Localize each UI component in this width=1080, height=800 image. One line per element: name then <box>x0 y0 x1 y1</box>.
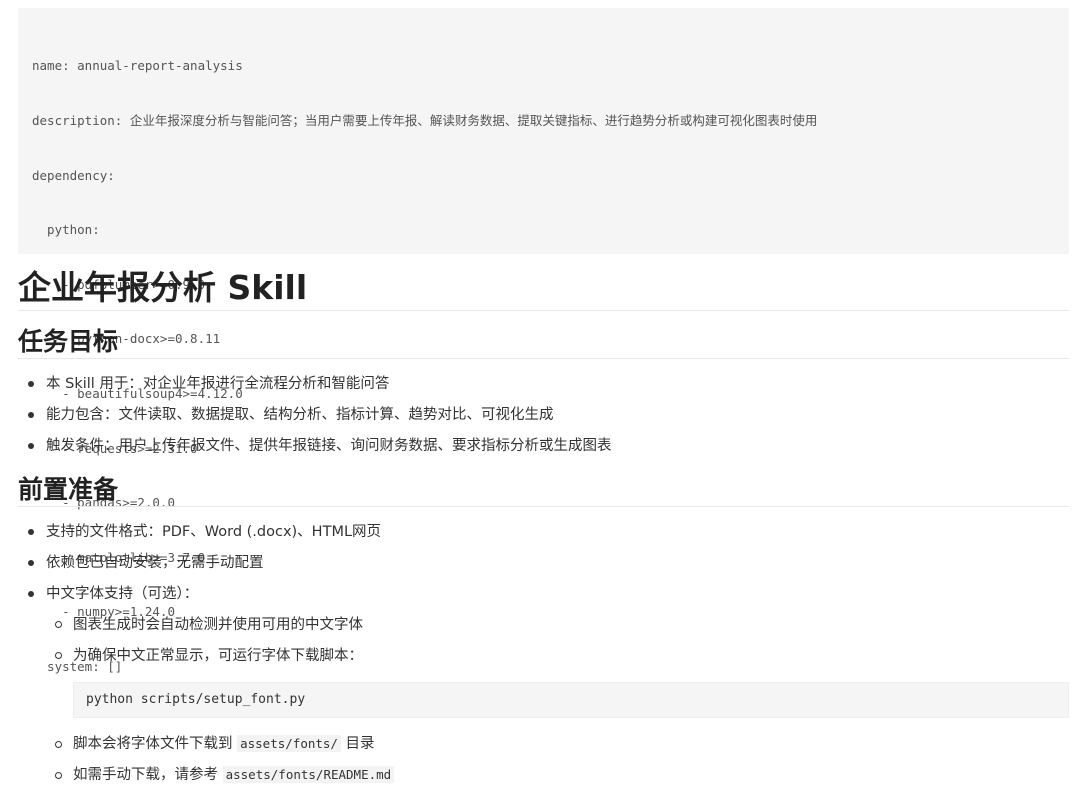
bullet-disc-icon <box>28 529 34 535</box>
prep-subitem: 脚本会将字体文件下载到 assets/fonts/ 目录 <box>73 734 375 754</box>
code-command: python scripts/setup_font.py <box>86 692 306 707</box>
yaml-frontmatter-block: name: annual-report-analysis description… <box>18 8 1069 674</box>
inline-code-path: assets/fonts/ <box>237 735 341 752</box>
frontmatter-line: dependency: <box>32 167 115 183</box>
bullet-circle-icon <box>55 772 62 779</box>
subitem-text: 如需手动下载，请参考 <box>73 767 223 783</box>
document-page: name: annual-report-analysis description… <box>0 0 1080 800</box>
bullet-circle-icon <box>55 741 62 748</box>
goal-list-item: 本 Skill 用于：对企业年报进行全流程分析和智能问答 <box>46 376 390 392</box>
bullet-disc-icon <box>28 560 34 566</box>
bullet-circle-icon <box>55 621 62 628</box>
section-heading-prep: 前置准备 <box>18 474 1069 507</box>
page-title: 企业年报分析 Skill <box>18 266 1069 311</box>
frontmatter-line: name: annual-report-analysis <box>32 58 243 74</box>
subitem-text: 目录 <box>340 736 375 752</box>
subitem-text: 脚本会将字体文件下载到 <box>73 736 238 752</box>
prep-subitem: 如需手动下载，请参考 assets/fonts/README.md <box>73 765 395 785</box>
goal-list-item: 触发条件：用户上传年报文件、提供年报链接、询问财务数据、要求指标分析或生成图表 <box>46 438 612 454</box>
section-heading-goal: 任务目标 <box>18 326 1069 359</box>
prep-subitem: 图表生成时会自动检测并使用可用的中文字体 <box>73 617 363 633</box>
frontmatter-line: description: 企业年报深度分析与智能问答；当用户需要上传年报、解读财… <box>32 113 818 128</box>
prep-list-item: 支持的文件格式：PDF、Word (.docx)、HTML网页 <box>46 524 382 540</box>
prep-subitem: 为确保中文正常显示，可运行字体下载脚本： <box>73 648 363 664</box>
prep-list-item: 中文字体支持（可选）： <box>46 586 199 602</box>
inline-code-path: assets/fonts/README.md <box>222 766 395 783</box>
code-block: python scripts/setup_font.py <box>73 682 1069 718</box>
bullet-disc-icon <box>28 443 34 449</box>
goal-list-item: 能力包含：文件读取、数据提取、结构分析、指标计算、趋势对比、可视化生成 <box>46 407 554 423</box>
bullet-disc-icon <box>28 412 34 418</box>
bullet-circle-icon <box>55 652 62 659</box>
bullet-disc-icon <box>28 381 34 387</box>
frontmatter-line: python: <box>32 222 100 238</box>
bullet-disc-icon <box>28 591 34 597</box>
prep-list-item: 依赖包已自动安装，无需手动配置 <box>46 555 264 571</box>
